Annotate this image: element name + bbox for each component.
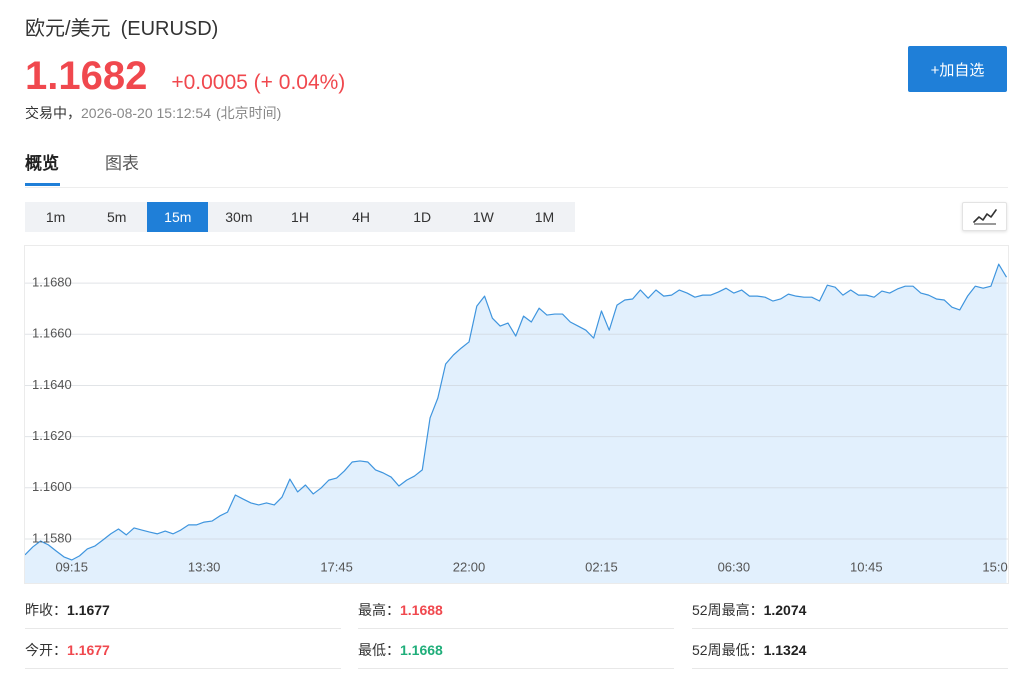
interval-30m[interactable]: 30m: [208, 202, 269, 232]
interval-4h[interactable]: 4H: [331, 202, 392, 232]
stat-label: 52周最高：: [692, 602, 764, 618]
interval-selector: 1m 5m 15m 30m 1H 4H 1D 1W 1M: [25, 202, 575, 232]
stat-open: 今开：1.1677: [25, 635, 341, 669]
stat-label: 昨收：: [25, 602, 67, 618]
timezone-note: (北京时间): [216, 105, 282, 121]
stat-52w-low: 52周最低：1.1324: [692, 635, 1008, 669]
stat-high: 最高：1.1688: [358, 595, 674, 629]
stat-value: 1.1677: [67, 602, 110, 618]
instrument-code: (EURUSD): [120, 18, 219, 40]
y-tick-label: 1.1620: [32, 428, 72, 443]
x-tick-label: 09:15: [55, 559, 88, 574]
tab-chart[interactable]: 图表: [105, 152, 139, 182]
stat-value: 1.2074: [763, 602, 807, 618]
chart-type-toggle-button[interactable]: [962, 202, 1007, 231]
price-change: +0.0005 (+ 0.04%): [171, 71, 346, 94]
interval-1w[interactable]: 1W: [453, 202, 514, 232]
price-row: 1.1682 +0.0005 (+ 0.04%): [25, 52, 345, 100]
interval-1h[interactable]: 1H: [269, 202, 330, 232]
y-tick-label: 1.1680: [32, 275, 72, 290]
add-to-watchlist-button[interactable]: +加自选: [908, 46, 1007, 92]
stat-label: 最低：: [358, 642, 400, 658]
y-tick-label: 1.1640: [32, 377, 72, 392]
stat-value: 1.1688: [400, 602, 443, 618]
y-tick-label: 1.1660: [32, 326, 72, 341]
interval-1mo[interactable]: 1M: [514, 202, 575, 232]
stat-52w-high: 52周最高：1.2074: [692, 595, 1008, 629]
stat-value: 1.1677: [67, 642, 110, 658]
last-price: 1.1682: [25, 54, 148, 98]
instrument-name: 欧元/美元: [25, 18, 111, 40]
instrument-title: 欧元/美元 (EURUSD): [25, 14, 218, 44]
x-tick-label: 13:30: [188, 559, 221, 574]
stat-value: 1.1668: [400, 642, 443, 658]
stat-prev-close: 昨收：1.1677: [25, 595, 341, 629]
stat-label: 52周最低：: [692, 642, 764, 658]
interval-15m[interactable]: 15m: [147, 202, 209, 232]
active-tab-indicator: [25, 183, 60, 186]
trading-status-row: 交易中，2026-08-20 15:12:54 (北京时间): [25, 103, 281, 123]
quote-timestamp: 2026-08-20 15:12:54: [81, 105, 211, 121]
interval-1m[interactable]: 1m: [25, 202, 86, 232]
trading-status: 交易中，: [25, 105, 81, 121]
x-tick-label: 17:45: [320, 559, 353, 574]
x-tick-label: 22:00: [453, 559, 486, 574]
line-chart-icon: [972, 208, 997, 224]
stat-label: 最高：: [358, 602, 400, 618]
x-tick-label: 15:00: [982, 559, 1008, 574]
tab-overview[interactable]: 概览: [25, 152, 59, 182]
y-tick-label: 1.1580: [32, 530, 72, 545]
x-tick-label: 02:15: [585, 559, 618, 574]
interval-1d[interactable]: 1D: [392, 202, 453, 232]
stat-value: 1.1324: [763, 642, 807, 658]
x-tick-label: 10:45: [850, 559, 883, 574]
y-tick-label: 1.1600: [32, 479, 72, 494]
interval-5m[interactable]: 5m: [86, 202, 147, 232]
stat-label: 今开：: [25, 642, 67, 658]
price-chart-container[interactable]: 1.1680 1.1660 1.1640 1.1620 1.1600 1.1580 09:1…: [24, 245, 1009, 584]
stat-low: 最低：1.1668: [358, 635, 674, 669]
price-area: [25, 264, 1007, 583]
x-tick-label: 06:30: [718, 559, 751, 574]
price-chart[interactable]: 1.1680 1.1660 1.1640 1.1620 1.1600 1.1580 09:1…: [25, 246, 1008, 583]
tab-divider: [25, 187, 1008, 188]
